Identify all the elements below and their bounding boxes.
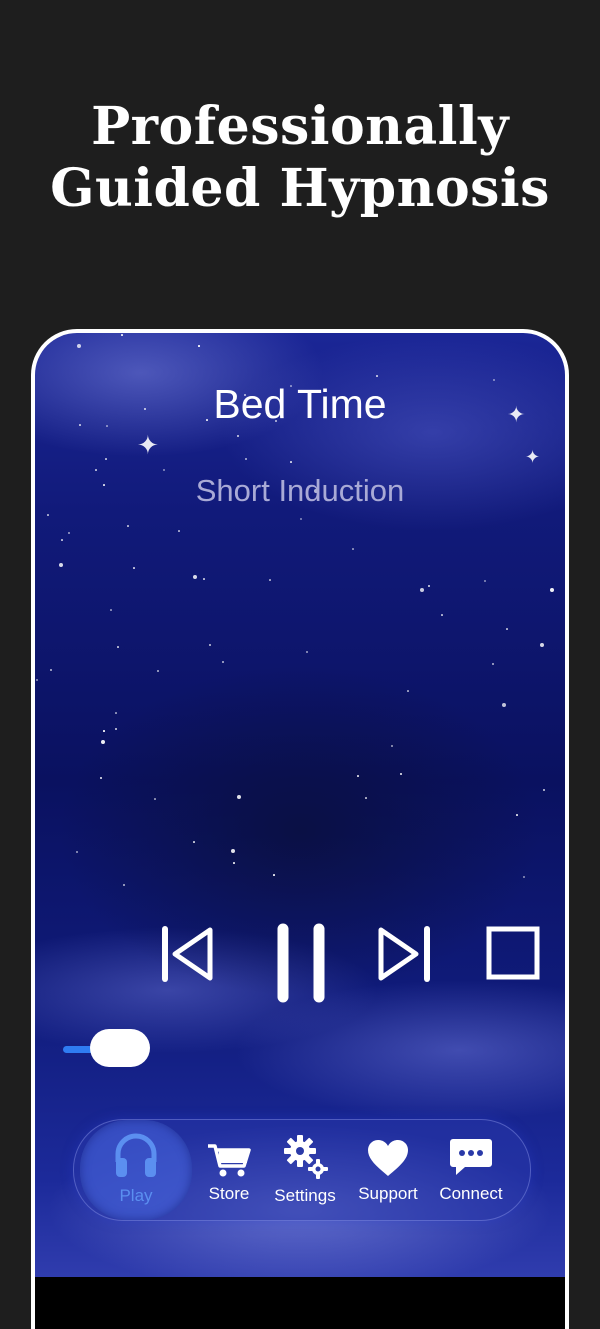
tab-play-label: Play bbox=[119, 1186, 153, 1205]
pause-icon[interactable] bbox=[273, 923, 329, 1005]
promo-heading-line-2: Guided Hypnosis bbox=[50, 158, 550, 219]
star-dot bbox=[198, 345, 200, 347]
star-dot bbox=[50, 669, 52, 671]
star-dot bbox=[100, 777, 102, 779]
star-dot bbox=[273, 874, 275, 876]
star-dot bbox=[237, 795, 241, 799]
playback-controls bbox=[35, 923, 565, 1003]
star-dot bbox=[484, 580, 486, 582]
star-dot bbox=[163, 469, 165, 471]
star-dot bbox=[376, 375, 378, 377]
star-dot bbox=[123, 884, 125, 886]
star-dot bbox=[365, 797, 367, 799]
star-dot bbox=[407, 690, 409, 692]
phone-screen: ✦ ✦ ✦ Bed Time Short Induction Play Stor… bbox=[31, 329, 569, 1329]
star-dot bbox=[157, 670, 159, 672]
star-dot bbox=[222, 661, 224, 663]
bottom-tab-bar: Play Store Settings Support Connect bbox=[73, 1119, 531, 1221]
star-dot bbox=[543, 789, 545, 791]
star-dot bbox=[550, 588, 554, 592]
tab-settings-label: Settings bbox=[274, 1186, 336, 1205]
star-dot bbox=[506, 628, 508, 630]
star-dot bbox=[110, 609, 112, 611]
heart-icon bbox=[368, 1140, 408, 1176]
star-dot bbox=[400, 773, 402, 775]
cart-icon bbox=[208, 1144, 251, 1177]
star-dot bbox=[209, 644, 211, 646]
star-dot bbox=[105, 458, 107, 460]
star-dot bbox=[101, 740, 105, 744]
star-dot bbox=[154, 798, 156, 800]
track-title: Bed Time bbox=[213, 381, 387, 427]
star-dot bbox=[233, 862, 235, 864]
headphones-icon bbox=[115, 1133, 157, 1177]
star-dot bbox=[133, 567, 135, 569]
skip-forward-icon[interactable] bbox=[375, 923, 433, 985]
star-dot bbox=[420, 588, 424, 592]
star-dot bbox=[441, 614, 443, 616]
star-dot bbox=[269, 579, 271, 581]
sparkle-star: ✦ bbox=[137, 431, 159, 461]
star-dot bbox=[290, 461, 292, 463]
star-dot bbox=[127, 525, 129, 527]
track-subtitle: Short Induction bbox=[195, 473, 405, 508]
star-dot bbox=[121, 334, 123, 336]
tab-support[interactable]: Support bbox=[348, 1120, 428, 1220]
star-dot bbox=[47, 514, 49, 516]
star-dot bbox=[231, 849, 235, 853]
star-dot bbox=[428, 585, 430, 587]
star-dot bbox=[193, 575, 197, 579]
tab-support-label: Support bbox=[358, 1184, 418, 1203]
star-dot bbox=[178, 530, 180, 532]
star-dot bbox=[36, 679, 38, 681]
star-dot bbox=[115, 728, 117, 730]
star-dot bbox=[492, 663, 494, 665]
skip-back-icon[interactable] bbox=[160, 923, 218, 985]
promo-heading-line-1: Professionally bbox=[91, 96, 509, 157]
star-dot bbox=[61, 539, 63, 541]
volume-slider-knob[interactable] bbox=[90, 1029, 150, 1067]
tab-settings[interactable]: Settings bbox=[264, 1120, 346, 1220]
star-dot bbox=[357, 775, 359, 777]
star-dot bbox=[59, 563, 63, 567]
star-dot bbox=[391, 745, 393, 747]
star-dot bbox=[77, 344, 81, 348]
gears-icon bbox=[284, 1135, 328, 1179]
star-dot bbox=[115, 712, 117, 714]
tab-connect[interactable]: Connect bbox=[430, 1120, 512, 1220]
star-dot bbox=[516, 814, 518, 816]
promo-heading: Professionally Guided Hypnosis bbox=[0, 96, 600, 220]
star-dot bbox=[193, 841, 195, 843]
star-dot bbox=[540, 643, 544, 647]
star-dot bbox=[352, 548, 354, 550]
star-dot bbox=[68, 532, 70, 534]
home-indicator-area bbox=[35, 1277, 565, 1329]
tab-store-label: Store bbox=[208, 1184, 250, 1203]
star-dot bbox=[237, 435, 239, 437]
star-dot bbox=[245, 458, 247, 460]
star-dot bbox=[306, 651, 308, 653]
tab-connect-label: Connect bbox=[439, 1184, 503, 1203]
star-dot bbox=[300, 518, 302, 520]
stop-icon[interactable] bbox=[485, 923, 543, 985]
star-dot bbox=[76, 851, 78, 853]
star-dot bbox=[203, 578, 205, 580]
star-dot bbox=[95, 469, 97, 471]
star-dot bbox=[117, 646, 119, 648]
star-dot bbox=[502, 703, 506, 707]
tab-store[interactable]: Store bbox=[198, 1120, 260, 1220]
sparkle-star: ✦ bbox=[525, 447, 541, 468]
chat-bubble-icon bbox=[450, 1139, 492, 1175]
star-dot bbox=[523, 876, 525, 878]
star-dot bbox=[103, 730, 105, 732]
tab-play[interactable]: Play bbox=[80, 1120, 192, 1220]
